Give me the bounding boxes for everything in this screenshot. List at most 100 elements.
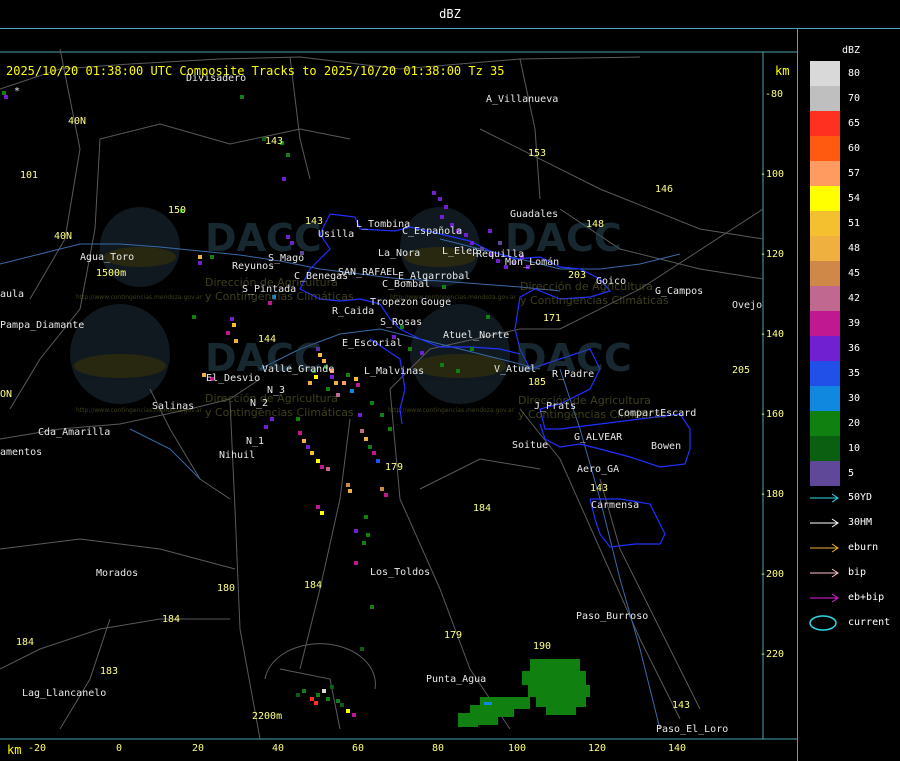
x-tick: 0 [116, 743, 123, 754]
radar-echo-pixel [362, 541, 366, 545]
place-label: amentos [0, 447, 43, 458]
legend-swatch [810, 136, 840, 161]
legend-swatch [810, 311, 840, 336]
legend-label: 51 [848, 218, 861, 229]
track-arrow-icon [810, 493, 839, 503]
km-unit-top: km [775, 64, 790, 78]
radar-echo-pixel [198, 255, 202, 259]
route-label: 185 [528, 377, 547, 388]
route-label: 171 [543, 313, 562, 324]
place-label: La_Nora [378, 248, 421, 259]
place-label: Tropezon [370, 297, 419, 308]
legend-label: 57 [848, 168, 861, 179]
place-label: Lag_Llancanelo [22, 688, 107, 699]
place-label: S_Rosas [380, 317, 423, 328]
radar-echo-pixel [380, 487, 384, 491]
place-label: J_Prats [534, 401, 577, 412]
legend-label: 45 [848, 268, 861, 279]
watermark-line2: y Contingencias Climáticas [205, 406, 354, 419]
y-tick: -140 [760, 329, 785, 340]
route-label: 205 [732, 365, 751, 376]
legend-swatch [810, 261, 840, 286]
composite-header: 2025/10/20 01:38:00 UTC Composite Tracks… [6, 64, 505, 78]
place-label: CompartEscard [618, 408, 697, 419]
radar-echo-pixel [456, 369, 460, 373]
radar-echo-pixel [352, 713, 356, 717]
place-label: N_2 [250, 398, 269, 409]
route-label: 143 [672, 700, 691, 711]
place-label: L_Malvinas [364, 366, 425, 377]
y-tick: -180 [760, 489, 785, 500]
radar-echo-pixel [282, 177, 286, 181]
radar-echo-pixel [444, 205, 448, 209]
radar-echo-pixel [330, 685, 334, 689]
x-tick: -20 [28, 743, 47, 754]
radar-map[interactable]: 2025/10/20 01:38:00 UTC Composite Tracks… [0, 29, 797, 761]
route-label: ON [0, 389, 13, 400]
y-tick: -120 [760, 249, 785, 260]
x-tick: 40 [272, 743, 285, 754]
place-label: Paso_El_Loro [656, 724, 729, 735]
legend-label: 48 [848, 243, 861, 254]
y-tick: -200 [760, 569, 785, 580]
route-label: 146 [655, 184, 674, 195]
radar-echo-pixel [364, 515, 368, 519]
place-label: Punta_Agua [426, 674, 487, 685]
km-unit-bottom: km [7, 743, 22, 757]
legend-swatch [810, 236, 840, 261]
legend-label: 65 [848, 118, 861, 129]
map-canvas [0, 48, 797, 740]
radar-echo-pixel [322, 359, 326, 363]
radar-echo-pixel [486, 315, 490, 319]
radar-echo-pixel [326, 387, 330, 391]
radar-echo-pixel [320, 465, 324, 469]
place-label: Usilla [318, 229, 355, 240]
radar-echo-pixel [370, 401, 374, 405]
radar-echo-pixel [346, 709, 350, 713]
y-tick: -220 [760, 649, 785, 660]
radar-echo-pixel [4, 95, 8, 99]
track-label: eburn [848, 542, 879, 553]
x-tick: 20 [192, 743, 205, 754]
track-label: current [848, 617, 891, 628]
radar-echo-pixel [380, 413, 384, 417]
route-label: 143 [305, 216, 324, 227]
place-label: El_Desvio [206, 373, 261, 384]
radar-echo-pixel [354, 529, 358, 533]
radar-echo-pixel [458, 719, 478, 727]
legend-label: 5 [848, 468, 855, 479]
track-label: 30HM [848, 517, 873, 528]
legend-swatch [810, 186, 840, 211]
radar-echo-pixel [484, 702, 492, 705]
radar-echo-pixel [464, 233, 468, 237]
radar-echo-pixel [298, 431, 302, 435]
legend-label: 54 [848, 193, 861, 204]
radar-echo-pixel [232, 323, 236, 327]
radar-echo-pixel [522, 671, 586, 685]
place-label: E_Escorial [342, 338, 403, 349]
place-label: Salinas [152, 401, 195, 412]
radar-echo-pixel [360, 429, 364, 433]
radar-echo-pixel [354, 561, 358, 565]
place-label: Agua_Toro [80, 252, 135, 263]
radar-echo-pixel [408, 347, 412, 351]
radar-echo-pixel [336, 699, 340, 703]
place-label: Aero_GA [577, 464, 620, 475]
route-label: 184 [16, 637, 35, 648]
radar-echo-pixel [384, 493, 388, 497]
place-label: Pampa_Diamante [0, 320, 85, 331]
radar-echo-pixel [376, 459, 380, 463]
radar-echo-pixel [322, 689, 326, 693]
place-label: Cda_Amarilla [38, 427, 111, 438]
radar-echo-pixel [530, 659, 580, 671]
radar-echo-pixel [536, 697, 586, 707]
place-label: V_Atuel [494, 364, 537, 375]
radar-echo-pixel [230, 317, 234, 321]
radar-echo-pixel [286, 153, 290, 157]
radar-echo-pixel [240, 95, 244, 99]
place-label: Nihuil [219, 450, 256, 461]
place-label: C_Española [402, 226, 463, 237]
legend-label: 70 [848, 93, 861, 104]
route-label: 153 [528, 148, 547, 159]
radar-echo-pixel [366, 533, 370, 537]
